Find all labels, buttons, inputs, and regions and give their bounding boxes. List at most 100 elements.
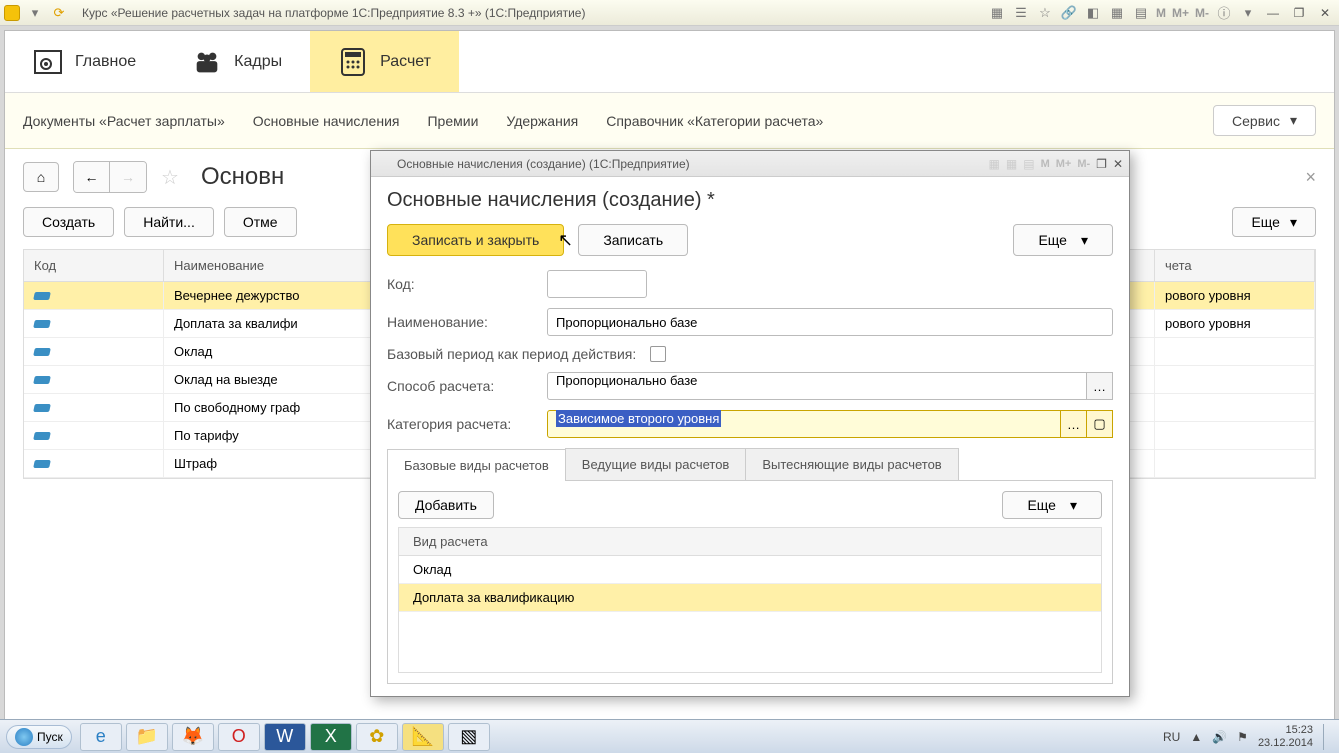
excel-icon[interactable]: X xyxy=(310,723,352,751)
name-input[interactable] xyxy=(547,308,1113,336)
refresh-icon[interactable]: ⟳ xyxy=(50,4,68,22)
word-icon[interactable]: W xyxy=(264,723,306,751)
col-cat[interactable]: чета xyxy=(1155,250,1315,281)
category-input[interactable]: Зависимое второго уровня xyxy=(547,410,1061,438)
nav-item-catalog[interactable]: Справочник «Категории расчета» xyxy=(606,113,823,129)
m-icon[interactable]: M xyxy=(1156,6,1166,20)
inner-table: Вид расчета Оклад Доплата за квалификаци… xyxy=(398,527,1102,673)
main-tabs: Главное Кадры Расчет xyxy=(5,31,1334,93)
toolbar-icon[interactable]: ▦ xyxy=(989,157,1000,171)
inner-row[interactable]: Доплата за квалификацию xyxy=(399,584,1101,612)
tab-base-types[interactable]: Базовые виды расчетов xyxy=(387,449,566,481)
lang-indicator[interactable]: RU xyxy=(1163,730,1180,744)
row-icon xyxy=(33,376,51,384)
more-label: Еще xyxy=(1027,497,1056,513)
code-label: Код: xyxy=(387,276,547,292)
close-page-icon[interactable]: × xyxy=(1305,167,1316,188)
start-button[interactable]: Пуск xyxy=(6,725,72,749)
maximize-button[interactable]: ❐ xyxy=(1289,5,1309,21)
col-code[interactable]: Код xyxy=(24,250,164,281)
tab-more-button[interactable]: Еще ▾ xyxy=(1002,491,1102,519)
code-input[interactable] xyxy=(547,270,647,298)
table-blank xyxy=(399,612,1101,672)
modal-heading: Основные начисления (создание) * xyxy=(387,189,1113,212)
tab-hr[interactable]: Кадры xyxy=(164,31,310,92)
explorer-icon[interactable]: 📁 xyxy=(126,723,168,751)
method-input[interactable]: Пропорционально базе xyxy=(547,372,1087,400)
nav-item-bonuses[interactable]: Премии xyxy=(427,113,478,129)
row-cat: рового уровня xyxy=(1155,282,1315,309)
tray-icon[interactable]: ⚑ xyxy=(1237,730,1248,744)
add-button[interactable]: Добавить xyxy=(398,491,494,519)
modal-close-button[interactable]: ✕ xyxy=(1113,157,1123,171)
opera-icon[interactable]: O xyxy=(218,723,260,751)
toolbar-icon[interactable]: ▦ xyxy=(988,4,1006,22)
m-minus-icon[interactable]: M- xyxy=(1077,158,1090,170)
show-desktop[interactable] xyxy=(1323,724,1333,750)
back-button[interactable]: ← xyxy=(74,162,110,192)
tray-icon[interactable]: ▲ xyxy=(1190,730,1202,744)
nav-item-docs[interactable]: Документы «Расчет зарплаты» xyxy=(23,113,225,129)
modal-window: Основные начисления (создание) (1С:Предп… xyxy=(370,150,1130,697)
calendar-icon[interactable]: ▤ xyxy=(1023,157,1034,171)
row-icon xyxy=(33,292,51,300)
m-icon[interactable]: M xyxy=(1041,158,1050,170)
m-minus-icon[interactable]: M- xyxy=(1195,6,1209,20)
calc-icon[interactable]: ▦ xyxy=(1108,4,1126,22)
inner-table-header[interactable]: Вид расчета xyxy=(399,528,1101,556)
dropdown-icon[interactable]: ▾ xyxy=(1239,4,1257,22)
ie-icon[interactable]: e xyxy=(80,723,122,751)
info-icon[interactable]: ⓘ xyxy=(1215,4,1233,22)
lookup-button[interactable]: … xyxy=(1061,410,1087,438)
modal-toolbar: Записать и закрыть Записать Еще ▾ xyxy=(387,224,1113,256)
star-icon[interactable]: ☆ xyxy=(1036,4,1054,22)
modal-maximize-button[interactable]: ❐ xyxy=(1096,157,1107,171)
modal-more-button[interactable]: Еще ▾ xyxy=(1013,224,1113,256)
tab-displacing-types[interactable]: Вытесняющие виды расчетов xyxy=(745,448,958,480)
lookup-button[interactable]: … xyxy=(1087,372,1113,400)
app-icon[interactable]: ✿ xyxy=(356,723,398,751)
tab-calc[interactable]: Расчет xyxy=(310,31,459,92)
clock[interactable]: 15:23 23.12.2014 xyxy=(1258,724,1313,748)
m-plus-icon[interactable]: M+ xyxy=(1172,6,1189,20)
create-button[interactable]: Создать xyxy=(23,207,114,237)
favorite-icon[interactable]: ☆ xyxy=(161,165,179,190)
save-close-button[interactable]: Записать и закрыть xyxy=(387,224,564,256)
link-icon[interactable]: 🔗 xyxy=(1060,4,1078,22)
home-button[interactable]: ⌂ xyxy=(23,162,59,192)
nav-item-deductions[interactable]: Удержания xyxy=(506,113,578,129)
calc-icon[interactable]: ▦ xyxy=(1006,157,1017,171)
app-icon[interactable]: 📐 xyxy=(402,723,444,751)
minimize-button[interactable]: — xyxy=(1263,5,1283,21)
people-icon xyxy=(192,47,222,77)
cancel-button[interactable]: Отме xyxy=(224,207,297,237)
open-button[interactable]: ▢ xyxy=(1087,410,1113,438)
chevron-down-icon: ▾ xyxy=(1290,214,1297,231)
firefox-icon[interactable]: 🦊 xyxy=(172,723,214,751)
more-button[interactable]: Еще ▾ xyxy=(1232,207,1316,237)
close-button[interactable]: ✕ xyxy=(1315,5,1335,21)
save-button[interactable]: Записать xyxy=(578,224,688,256)
calendar-icon[interactable]: ▤ xyxy=(1132,4,1150,22)
toolbar-icon[interactable]: ☰ xyxy=(1012,4,1030,22)
modal-window-title: Основные начисления (создание) (1С:Предп… xyxy=(397,157,690,171)
dropdown-icon[interactable]: ▾ xyxy=(26,4,44,22)
tab-leading-types[interactable]: Ведущие виды расчетов xyxy=(565,448,747,480)
baseperiod-checkbox[interactable] xyxy=(650,346,666,362)
row-icon xyxy=(33,432,51,440)
sound-icon[interactable]: 🔊 xyxy=(1212,730,1227,744)
find-button[interactable]: Найти... xyxy=(124,207,214,237)
service-label: Сервис xyxy=(1232,113,1280,129)
inner-row[interactable]: Оклад xyxy=(399,556,1101,584)
nav-item-basic[interactable]: Основные начисления xyxy=(253,113,400,129)
app-icon[interactable]: ▧ xyxy=(448,723,490,751)
modal-tabs: Базовые виды расчетов Ведущие виды расче… xyxy=(387,448,1113,481)
toolbar-icon[interactable]: ◧ xyxy=(1084,4,1102,22)
forward-button[interactable]: → xyxy=(110,162,146,192)
form-row-name: Наименование: xyxy=(387,308,1113,336)
tab-home[interactable]: Главное xyxy=(5,31,164,92)
m-plus-icon[interactable]: M+ xyxy=(1056,158,1072,170)
service-dropdown[interactable]: Сервис ▾ xyxy=(1213,105,1316,136)
time: 15:23 xyxy=(1258,724,1313,736)
taskbar: Пуск e 📁 🦊 O W X ✿ 📐 ▧ RU ▲ 🔊 ⚑ 15:23 23… xyxy=(0,719,1339,753)
